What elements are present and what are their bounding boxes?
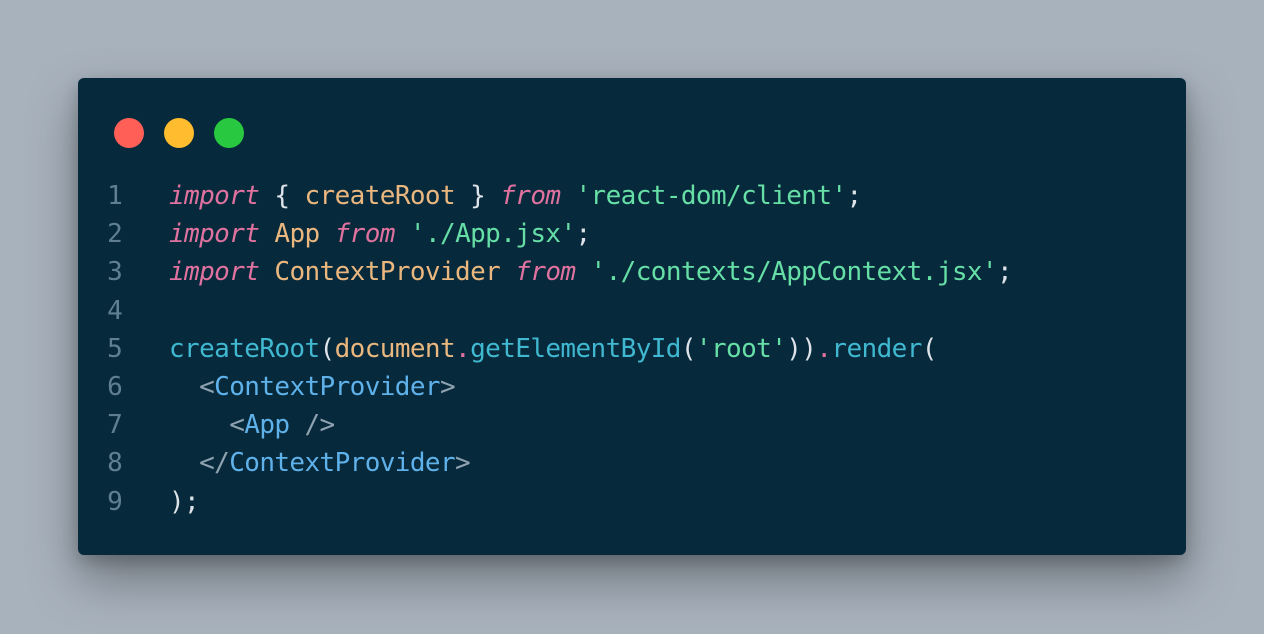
line-number: 9 xyxy=(107,486,123,517)
code-text[interactable]: ); xyxy=(169,483,200,521)
code-window: 1 import { createRoot } from 'react-dom/c… xyxy=(78,78,1186,555)
line-number: 7 xyxy=(107,410,123,441)
code-line: 8 </ContextProvider> xyxy=(78,444,1186,482)
code-token: './contexts/AppContext.jsx' xyxy=(590,257,998,288)
code-token: ContextProvider xyxy=(274,257,501,288)
code-token: ( xyxy=(921,333,938,364)
code-line: 7 <App /> xyxy=(78,406,1186,444)
code-line: 6 <ContextProvider> xyxy=(78,368,1186,406)
code-token: ( xyxy=(680,333,697,364)
code-text[interactable]: import ContextProvider from './contexts/… xyxy=(169,253,1013,291)
code-token: . xyxy=(816,333,832,364)
code-token: } xyxy=(455,181,501,211)
code-token: ; xyxy=(846,181,862,211)
close-button[interactable] xyxy=(114,118,144,148)
code-token: < xyxy=(199,371,215,402)
code-token: from xyxy=(515,257,576,288)
line-number: 3 xyxy=(107,257,123,288)
code-token: App xyxy=(244,410,290,441)
line-number: 6 xyxy=(107,371,123,402)
code-token: /> xyxy=(289,410,336,441)
code-token: import xyxy=(169,219,260,250)
code-token: . xyxy=(455,333,471,364)
code-token: ; xyxy=(997,257,1013,288)
code-token: App xyxy=(274,219,320,250)
code-line: 4 xyxy=(78,292,1186,330)
code-text[interactable]: <ContextProvider> xyxy=(169,368,456,406)
code-line: 3 import ContextProvider from './contexts… xyxy=(78,253,1186,291)
code-text[interactable]: </ContextProvider> xyxy=(169,444,471,482)
code-line: 1 import { createRoot } from 'react-dom/c… xyxy=(78,177,1186,215)
code-token: { xyxy=(259,181,305,211)
code-text[interactable]: import App from './App.jsx'; xyxy=(169,215,591,253)
code-token: createRoot xyxy=(169,333,320,364)
code-token: ContextProvider xyxy=(229,448,456,479)
code-text[interactable]: <App /> xyxy=(169,406,335,444)
code-token: )) xyxy=(786,333,817,364)
code-token: ( xyxy=(319,333,336,364)
code-token: ; xyxy=(575,219,592,250)
line-number: 4 xyxy=(107,295,123,326)
code-token: import xyxy=(169,181,260,211)
line-number: 2 xyxy=(107,219,123,250)
code-line: 2 import App from './App.jsx'; xyxy=(78,215,1186,253)
code-line: 9); xyxy=(78,483,1186,521)
line-number: 8 xyxy=(107,448,123,479)
line-number: 5 xyxy=(107,333,123,364)
code-token: ); xyxy=(169,486,200,517)
code-token: 'react-dom/client' xyxy=(575,181,848,211)
code-token: > xyxy=(455,448,471,479)
code-token: from xyxy=(334,219,396,250)
code-token: from xyxy=(500,181,561,211)
minimize-button[interactable] xyxy=(164,118,194,148)
code-token: > xyxy=(439,371,456,402)
code-text[interactable]: createRoot(document.getElementById('root… xyxy=(169,330,937,368)
code-token: ContextProvider xyxy=(214,371,440,402)
code-line: 5 createRoot(document.getElementById('roo… xyxy=(78,330,1186,368)
code-token: < xyxy=(229,410,245,441)
code-token: './App.jsx' xyxy=(409,219,576,250)
code-editor: 1 import { createRoot } from 'react-dom/c… xyxy=(78,177,1186,521)
code-token: document xyxy=(334,333,456,364)
line-number: 1 xyxy=(107,181,123,211)
maximize-button[interactable] xyxy=(214,118,244,148)
code-token: createRoot xyxy=(304,181,456,211)
code-token: import xyxy=(169,257,260,288)
code-token: render xyxy=(831,333,922,364)
code-text[interactable]: import { createRoot } from 'react-dom/cl… xyxy=(169,177,862,215)
code-token: 'root' xyxy=(695,333,787,364)
code-token: getElementById xyxy=(470,333,681,364)
code-token: </ xyxy=(199,448,230,479)
